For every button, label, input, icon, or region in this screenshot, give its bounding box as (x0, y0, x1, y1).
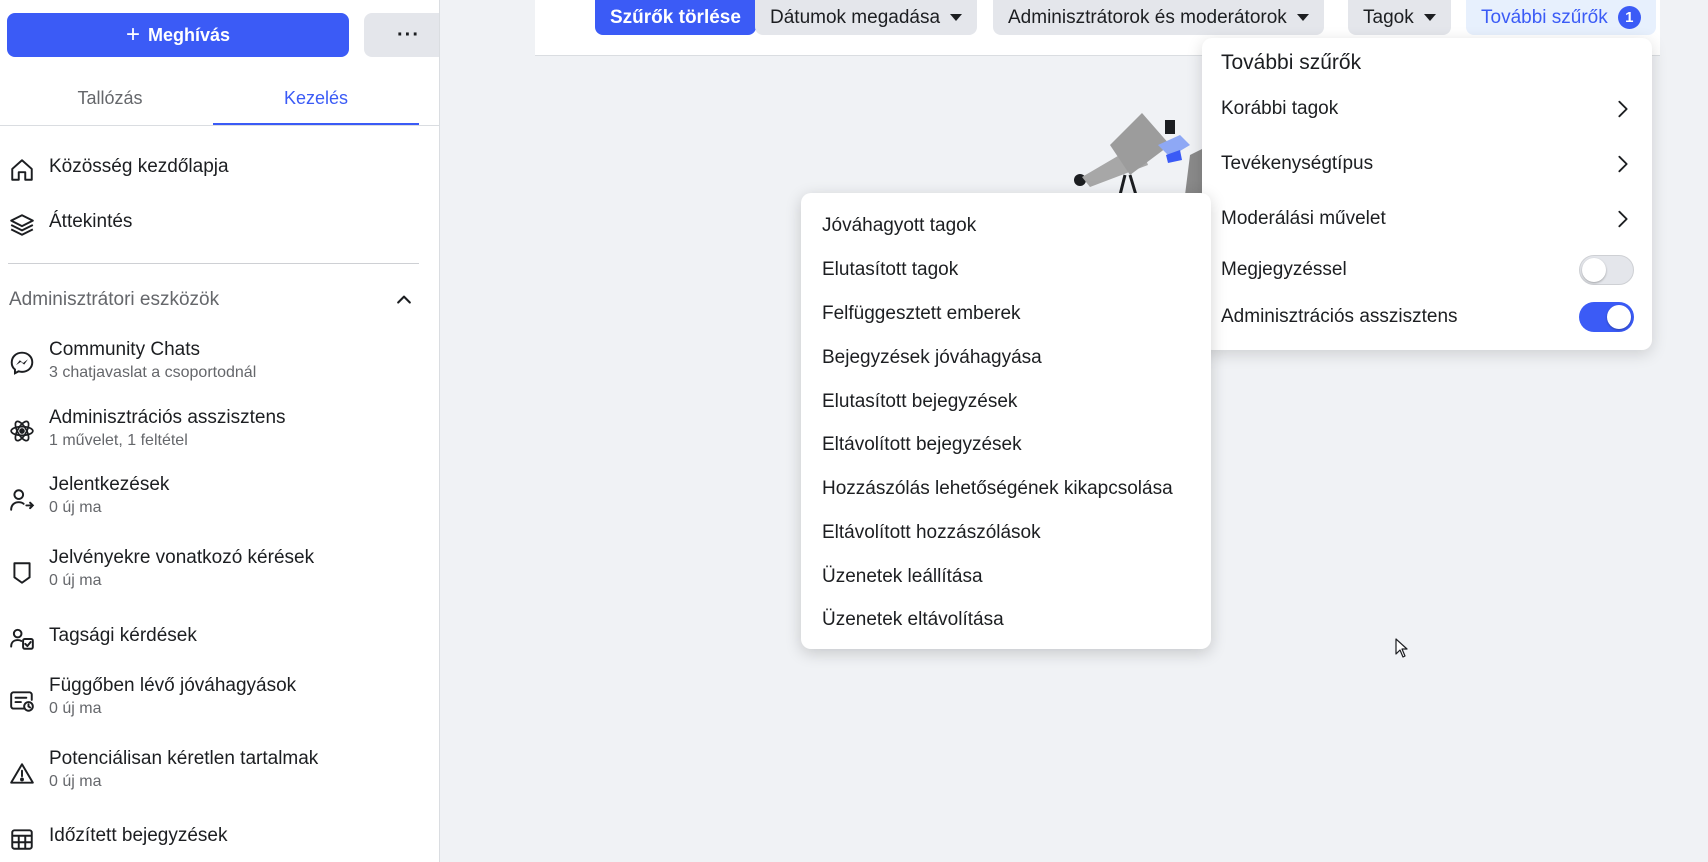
sidebar-item-badge-requests[interactable]: Jelvényekre vonatkozó kérések 0 új ma (7, 546, 419, 592)
tab-browse[interactable]: Tallózás (7, 76, 213, 126)
caret-down-icon (1423, 14, 1436, 21)
sidebar-item-community-chats[interactable]: Community Chats 3 chatjavaslat a csoport… (7, 338, 419, 384)
admins-filter-button[interactable]: Adminisztrátorok és moderátorok (993, 0, 1324, 35)
admin-tools-section-header[interactable]: Adminisztrátori eszközök (9, 289, 414, 311)
sidebar-item-label: Adminisztrációs asszisztens (49, 407, 286, 428)
clear-filters-button[interactable]: Szűrők törlése (595, 0, 756, 35)
sidebar-item-sublabel: 0 új ma (49, 572, 102, 589)
admin-assistant-row: Adminisztrációs asszisztens (1221, 302, 1634, 332)
sidebar-item-label: Közösség kezdőlapja (49, 156, 229, 177)
sidebar-item-sublabel: 0 új ma (49, 700, 102, 717)
menu-item-suspended-people[interactable]: Felfüggesztett emberek (822, 303, 1021, 325)
row-label: Adminisztrációs asszisztens (1221, 306, 1458, 327)
sidebar-item-sublabel: 3 chatjavaslat a csoportodnál (49, 364, 257, 381)
row-label: Moderálási művelet (1221, 208, 1386, 229)
messenger-icon (7, 348, 37, 378)
home-icon (7, 155, 37, 185)
warning-icon (7, 759, 37, 789)
plus-icon: + (125, 21, 140, 48)
toggle-knob (1607, 305, 1631, 329)
badge-shield-icon (7, 558, 37, 588)
sidebar-item-sublabel: 0 új ma (49, 773, 102, 790)
sidebar-item-pending-approvals[interactable]: Függőben lévő jóváhagyások 0 új ma (7, 674, 419, 720)
invite-button[interactable]: + Meghívás (7, 13, 349, 57)
filter-count-badge: 1 (1617, 6, 1641, 29)
atom-icon (7, 416, 37, 446)
sidebar-item-applications[interactable]: Jelentkezések 0 új ma (7, 473, 419, 519)
menu-item-remove-messages[interactable]: Üzenetek eltávolítása (822, 609, 1004, 631)
menu-item-stop-messages[interactable]: Üzenetek leállítása (822, 566, 983, 588)
menu-item-turn-off-commenting[interactable]: Hozzászólás lehetőségének kikapcsolása (822, 478, 1173, 500)
sidebar-tabs: Tallózás Kezelés (7, 76, 419, 126)
sidebar-item-label: Időzített bejegyzések (49, 825, 228, 846)
sidebar-item-label: Tagsági kérdések (49, 625, 197, 646)
clock-card-icon (7, 686, 37, 716)
sidebar-item-community-home[interactable]: Közösség kezdőlapja (7, 155, 419, 185)
menu-item-removed-posts[interactable]: Eltávolított bejegyzések (822, 434, 1022, 456)
sidebar-item-sublabel: 0 új ma (49, 499, 102, 516)
sidebar-item-scheduled-posts[interactable]: Időzített bejegyzések (7, 824, 419, 854)
sidebar-item-overview[interactable]: Áttekintés (7, 210, 419, 240)
menu-item-approved-members[interactable]: Jóváhagyott tagok (822, 215, 976, 237)
mouse-cursor-icon (1395, 638, 1408, 658)
sidebar-item-label: Jelvényekre vonatkozó kérések (49, 547, 315, 568)
sidebar-item-membership-questions[interactable]: Tagsági kérdések (7, 624, 419, 654)
calendar-grid-icon (7, 824, 37, 854)
toggle-knob (1582, 258, 1606, 282)
dates-filter-button[interactable]: Dátumok megadása (755, 0, 978, 35)
tab-manage[interactable]: Kezelés (213, 76, 419, 126)
layers-icon (7, 210, 37, 240)
chevron-right-icon (1618, 210, 1628, 228)
person-check-icon (7, 624, 37, 654)
sidebar-item-admin-assistant[interactable]: Adminisztrációs asszisztens 1 művelet, 1… (7, 406, 419, 452)
more-filters-label: További szűrők (1481, 6, 1608, 28)
person-arrow-icon (7, 485, 37, 515)
menu-item-removed-comments[interactable]: Eltávolított hozzászólások (822, 522, 1041, 544)
sidebar-item-label: Áttekintés (49, 211, 133, 232)
admin-assistant-toggle[interactable] (1579, 302, 1634, 332)
more-filters-button[interactable]: További szűrők 1 (1466, 0, 1656, 35)
sidebar-item-label: Potenciálisan kéretlen tartalmak (49, 748, 319, 769)
activity-type-row[interactable]: Tevékenységtípus (1221, 153, 1634, 175)
menu-item-declined-members[interactable]: Elutasított tagok (822, 259, 958, 281)
clear-filters-label: Szűrők törlése (610, 6, 741, 28)
more-options-button[interactable]: ··· (364, 13, 439, 57)
sidebar-item-label: Jelentkezések (49, 474, 170, 495)
menu-item-approve-posts[interactable]: Bejegyzések jóváhagyása (822, 347, 1042, 369)
chevron-right-icon (1618, 100, 1628, 118)
sidebar-item-sublabel: 1 művelet, 1 feltétel (49, 432, 188, 449)
chevron-right-icon (1618, 155, 1628, 173)
sidebar-item-label: Community Chats (49, 339, 200, 360)
tabs-divider (0, 125, 439, 126)
more-filters-title: További szűrők (1221, 51, 1362, 74)
members-filter-button[interactable]: Tagok (1348, 0, 1451, 35)
empty-state-illustration (1074, 113, 1210, 195)
row-label: Korábbi tagok (1221, 98, 1339, 119)
sidebar-item-label: Függőben lévő jóváhagyások (49, 675, 297, 696)
menu-item-declined-posts[interactable]: Elutasított bejegyzések (822, 391, 1017, 413)
sidebar-divider (8, 263, 419, 264)
activity-type-dropdown: Jóváhagyott tagok Elutasított tagok Felf… (801, 193, 1211, 649)
members-filter-label: Tagok (1363, 6, 1414, 28)
more-filters-dropdown: További szűrők Korábbi tagok Tevékenység… (1202, 38, 1652, 350)
admins-filter-label: Adminisztrátorok és moderátorok (1008, 6, 1287, 28)
former-members-row[interactable]: Korábbi tagok (1221, 98, 1634, 120)
caret-down-icon (1296, 14, 1309, 21)
caret-down-icon (950, 14, 963, 21)
invite-label: Meghívás (147, 24, 231, 45)
row-label: Tevékenységtípus (1221, 153, 1374, 174)
with-notes-toggle[interactable] (1579, 255, 1634, 285)
left-sidebar: + Meghívás ··· Tallózás Kezelés Közösség… (0, 0, 440, 862)
sidebar-item-potential-spam[interactable]: Potenciálisan kéretlen tartalmak 0 új ma (7, 747, 419, 793)
ellipsis-icon: ··· (397, 23, 420, 46)
chevron-up-icon (397, 295, 411, 304)
row-label: Megjegyzéssel (1221, 259, 1347, 280)
sidebar-top-actions: + Meghívás ··· (7, 13, 439, 57)
section-title: Adminisztrátori eszközök (9, 289, 220, 310)
with-notes-row: Megjegyzéssel (1221, 255, 1634, 285)
dates-filter-label: Dátumok megadása (770, 6, 941, 28)
moderation-action-row[interactable]: Moderálási művelet (1221, 208, 1634, 230)
